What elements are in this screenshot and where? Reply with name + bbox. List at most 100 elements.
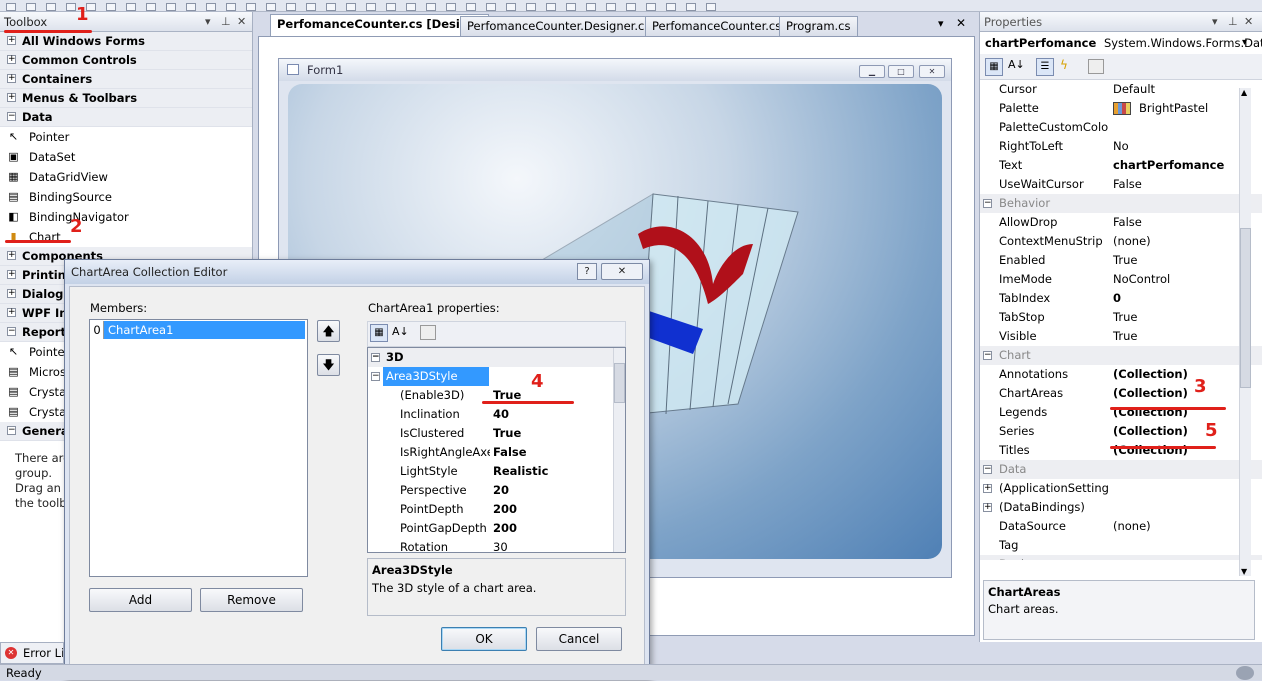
property-row[interactable]: Perspective 20 — [368, 481, 625, 500]
property-value[interactable]: 30 — [493, 538, 508, 552]
expand-icon[interactable]: + — [7, 36, 16, 45]
property-row[interactable]: PaletteCustomColors — [980, 118, 1262, 137]
property-row[interactable]: − Area3DStyle — [368, 367, 625, 386]
expand-icon[interactable]: + — [7, 308, 16, 317]
toolbar-button[interactable] — [326, 3, 336, 11]
close-icon[interactable]: ✕ — [237, 12, 246, 32]
tab-designer[interactable]: PerfomanceCounter.cs [Design] — [270, 14, 489, 36]
property-row[interactable]: Palette BrightPastel — [980, 99, 1262, 118]
property-row[interactable]: + (ApplicationSettings) — [980, 479, 1262, 498]
property-row[interactable]: Visible True — [980, 327, 1262, 346]
collapse-icon[interactable]: − — [371, 353, 380, 362]
property-row[interactable]: Rotation 30 — [368, 538, 625, 552]
property-row[interactable]: AllowDrop False — [980, 213, 1262, 232]
property-value[interactable]: False — [1113, 213, 1142, 232]
toolbar-button[interactable] — [606, 3, 616, 11]
expand-icon[interactable]: + — [7, 93, 16, 102]
property-row[interactable]: Enabled True — [980, 251, 1262, 270]
property-value[interactable]: True — [1113, 327, 1137, 346]
close-document-icon[interactable]: ✕ — [956, 16, 966, 30]
property-row[interactable]: ImeMode NoControl — [980, 270, 1262, 289]
property-value[interactable]: BrightPastel — [1113, 99, 1208, 118]
help-icon[interactable]: ? — [577, 263, 597, 280]
toolbox-item[interactable]: ▮ Chart — [0, 227, 252, 247]
toolbar-button[interactable] — [6, 3, 16, 11]
property-value[interactable]: True — [1113, 251, 1137, 270]
property-row[interactable]: ContextMenuStrip (none) — [980, 232, 1262, 251]
toolbox-item[interactable]: ◧ BindingNavigator — [0, 207, 252, 227]
categorized-icon[interactable]: ▦ — [985, 58, 1003, 76]
property-value[interactable]: (Collection) — [1113, 403, 1188, 422]
property-row[interactable]: TabStop True — [980, 308, 1262, 327]
toolbox-category[interactable]: + All Windows Forms — [0, 32, 252, 51]
property-value[interactable]: 200 — [493, 519, 517, 538]
toolbox-category[interactable]: + Menus & Toolbars — [0, 89, 252, 108]
properties-icon[interactable]: ☰ — [1036, 58, 1054, 76]
toolbox-category[interactable]: − Data — [0, 108, 252, 127]
property-value[interactable]: (Collection) — [1113, 365, 1188, 384]
tab-dropdown-icon[interactable]: ▾ — [938, 17, 944, 30]
toolbar-button[interactable] — [666, 3, 676, 11]
toolbar-button[interactable] — [406, 3, 416, 11]
property-value[interactable]: False — [493, 443, 527, 462]
property-pages-icon[interactable] — [420, 325, 436, 340]
toolbar-button[interactable] — [426, 3, 436, 11]
collapse-icon[interactable]: − — [983, 199, 992, 208]
property-value[interactable]: 40 — [493, 405, 509, 424]
property-row[interactable]: IsClustered True — [368, 424, 625, 443]
events-icon[interactable]: ϟ — [1060, 58, 1068, 72]
scroll-down-icon[interactable]: ▼ — [1241, 567, 1247, 576]
toolbar-button[interactable] — [286, 3, 296, 11]
expand-icon[interactable]: + — [7, 270, 16, 279]
property-row[interactable]: DataSource (none) — [980, 517, 1262, 536]
toolbox-category[interactable]: + Containers — [0, 70, 252, 89]
collapse-icon[interactable]: − — [983, 465, 992, 474]
toolbar-button[interactable] — [486, 3, 496, 11]
toolbar-button[interactable] — [246, 3, 256, 11]
toolbar-button[interactable] — [226, 3, 236, 11]
scroll-thumb[interactable] — [614, 363, 625, 403]
property-row[interactable]: Series (Collection) — [980, 422, 1262, 441]
editor-grid-scrollbar[interactable] — [613, 348, 625, 552]
remove-button[interactable]: Remove — [200, 588, 303, 612]
property-row[interactable]: Tag — [980, 536, 1262, 555]
toolbar-button[interactable] — [26, 3, 36, 11]
toolbar-button[interactable] — [46, 3, 56, 11]
property-row[interactable]: LightStyle Realistic — [368, 462, 625, 481]
toolbar-button[interactable] — [566, 3, 576, 11]
alphabetical-icon[interactable]: A↓ — [392, 325, 409, 338]
property-category[interactable]: −Design — [980, 555, 1262, 560]
toolbar-button[interactable] — [366, 3, 376, 11]
list-item[interactable]: 0 ChartArea1 — [91, 321, 306, 339]
add-button[interactable]: Add — [89, 588, 192, 612]
property-value[interactable]: Default — [1113, 80, 1155, 99]
property-value[interactable]: (Collection) — [1113, 384, 1188, 403]
chevron-down-icon[interactable]: ▾ — [1242, 32, 1247, 54]
property-value[interactable]: NoControl — [1113, 270, 1170, 289]
expand-icon[interactable]: + — [983, 484, 992, 493]
property-row[interactable]: Annotations (Collection) — [980, 365, 1262, 384]
ok-button[interactable]: OK — [441, 627, 527, 651]
property-row[interactable]: IsRightAngleAxes False — [368, 443, 625, 462]
toolbar-button[interactable] — [106, 3, 116, 11]
object-selector[interactable]: chartPerfomance System.Windows.Forms.Dat… — [980, 32, 1262, 54]
toolbar-button[interactable] — [446, 3, 456, 11]
move-up-button[interactable]: 🡅 — [317, 320, 340, 342]
property-value[interactable]: 0 — [1113, 289, 1121, 308]
toolbar-button[interactable] — [686, 3, 696, 11]
expand-icon[interactable]: + — [7, 289, 16, 298]
property-value[interactable]: (none) — [1113, 232, 1151, 251]
property-row[interactable]: Cursor Default — [980, 80, 1262, 99]
toolbar-button[interactable] — [346, 3, 356, 11]
property-row[interactable]: PointDepth 200 — [368, 500, 625, 519]
property-pages-icon[interactable] — [1088, 59, 1104, 74]
tab-code[interactable]: PerfomanceCounter.cs — [645, 16, 789, 36]
error-list-tab[interactable]: ✕ Error List — [0, 642, 64, 664]
property-row[interactable]: ChartAreas (Collection) — [980, 384, 1262, 403]
property-category[interactable]: − Data — [980, 460, 1262, 479]
alphabetical-icon[interactable]: A↓ — [1008, 58, 1025, 71]
property-row[interactable]: + (DataBindings) — [980, 498, 1262, 517]
tab-program[interactable]: Program.cs — [779, 16, 858, 36]
property-row[interactable]: Text chartPerfomance — [980, 156, 1262, 175]
toolbar-button[interactable] — [66, 3, 76, 11]
